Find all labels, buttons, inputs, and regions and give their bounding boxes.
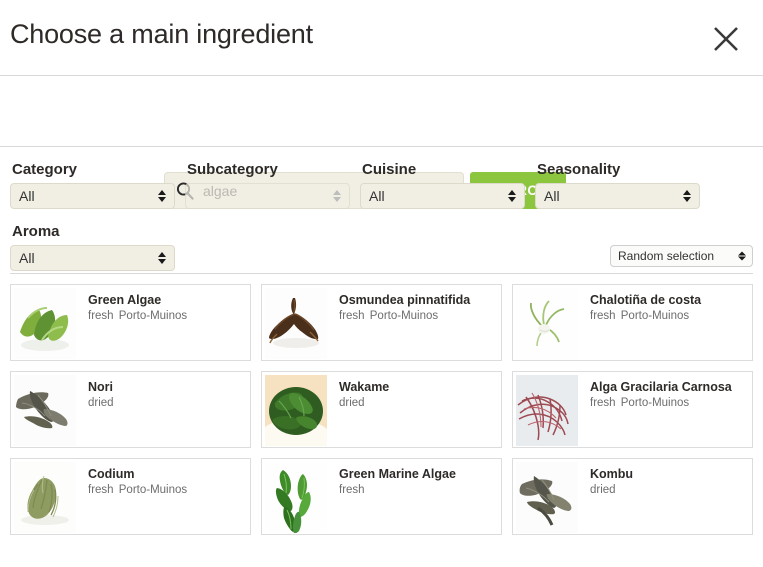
results-grid: Green Algae fresh Porto-Muinos Osmundea …: [10, 284, 753, 535]
ingredient-meta: dried: [88, 396, 114, 409]
search-row: SEARCH: [0, 76, 763, 209]
ingredient-thumbnail-chalotina: [516, 288, 578, 359]
filter-label-cuisine: Cuisine: [362, 161, 417, 178]
ingredient-meta: fresh Porto-Muinos: [88, 483, 188, 496]
filter-label-aroma: Aroma: [12, 223, 60, 240]
ingredient-card[interactable]: Codium fresh Porto-Muinos: [10, 458, 251, 535]
ingredient-name: Alga Gracilaria Carnosa: [590, 380, 732, 394]
ingredient-thumbnail-green-marine-algae: [265, 462, 327, 533]
filter-row-secondary: Aroma All Random selection: [10, 209, 753, 271]
filter-category: Category All: [10, 147, 185, 209]
ingredient-meta: fresh: [339, 483, 365, 496]
ingredient-thumbnail-wakame: [265, 375, 327, 446]
ingredient-meta: fresh Porto-Muinos: [590, 396, 690, 409]
ingredient-thumbnail-kombu: [516, 462, 578, 533]
select-aroma[interactable]: All: [10, 245, 175, 271]
filter-aroma: Aroma All: [10, 209, 185, 271]
filter-seasonality: Seasonality All: [535, 147, 710, 209]
filter-cuisine: Cuisine All: [360, 147, 535, 209]
filter-label-subcategory: Subcategory: [187, 161, 278, 178]
ingredient-thumbnail-gracilaria: [516, 375, 578, 446]
results-panel: Green Algae fresh Porto-Muinos Osmundea …: [0, 274, 763, 535]
ingredient-thumbnail-nori: [14, 375, 76, 446]
ingredient-meta: dried: [339, 396, 365, 409]
ingredient-meta: dried: [590, 483, 616, 496]
ingredient-thumbnail-green-algae: [14, 288, 76, 359]
ingredient-card[interactable]: Kombu dried: [512, 458, 753, 535]
filter-label-seasonality: Seasonality: [537, 161, 621, 178]
ingredient-name: Wakame: [339, 380, 390, 394]
select-sort-order[interactable]: Random selection: [610, 245, 753, 267]
sort-order-control[interactable]: Random selection: [610, 245, 753, 267]
ingredient-name: Green Algae: [88, 293, 162, 307]
ingredient-card[interactable]: Chalotiña de costa fresh Porto-Muinos: [512, 284, 753, 361]
ingredient-meta: fresh Porto-Muinos: [339, 309, 439, 322]
select-cuisine[interactable]: All: [360, 183, 525, 209]
filter-row-primary: Category All Subcategory Cuisine All Sea…: [10, 147, 753, 209]
ingredient-name: Chalotiña de costa: [590, 293, 702, 307]
ingredient-meta: fresh Porto-Muinos: [88, 309, 188, 322]
ingredient-thumbnail-codium: [14, 462, 76, 533]
ingredient-name: Green Marine Algae: [339, 467, 456, 481]
ingredient-meta: fresh Porto-Muinos: [590, 309, 690, 322]
ingredient-name: Codium: [88, 467, 135, 481]
select-subcategory[interactable]: [185, 183, 350, 209]
modal-header: Choose a main ingredient: [0, 0, 763, 76]
ingredient-name: Osmundea pinnatifida: [339, 293, 471, 307]
page-title: Choose a main ingredient: [10, 19, 313, 49]
ingredient-card[interactable]: Wakame dried: [261, 371, 502, 448]
filter-label-category: Category: [12, 161, 78, 178]
close-icon: [707, 20, 745, 58]
ingredient-card[interactable]: Green Marine Algae fresh: [261, 458, 502, 535]
close-button[interactable]: [707, 20, 745, 58]
ingredient-thumbnail-osmundea: [265, 288, 327, 359]
filter-subcategory: Subcategory: [185, 147, 360, 209]
ingredient-card[interactable]: Osmundea pinnatifida fresh Porto-Muinos: [261, 284, 502, 361]
select-category[interactable]: All: [10, 183, 175, 209]
ingredient-name: Nori: [88, 380, 113, 394]
ingredient-name: Kombu: [590, 467, 634, 481]
ingredient-card[interactable]: Alga Gracilaria Carnosa fresh Porto-Muin…: [512, 371, 753, 448]
select-seasonality[interactable]: All: [535, 183, 700, 209]
ingredient-card[interactable]: Green Algae fresh Porto-Muinos: [10, 284, 251, 361]
ingredient-card[interactable]: Nori dried: [10, 371, 251, 448]
filters-panel: Category All Subcategory Cuisine All Sea…: [0, 147, 763, 273]
